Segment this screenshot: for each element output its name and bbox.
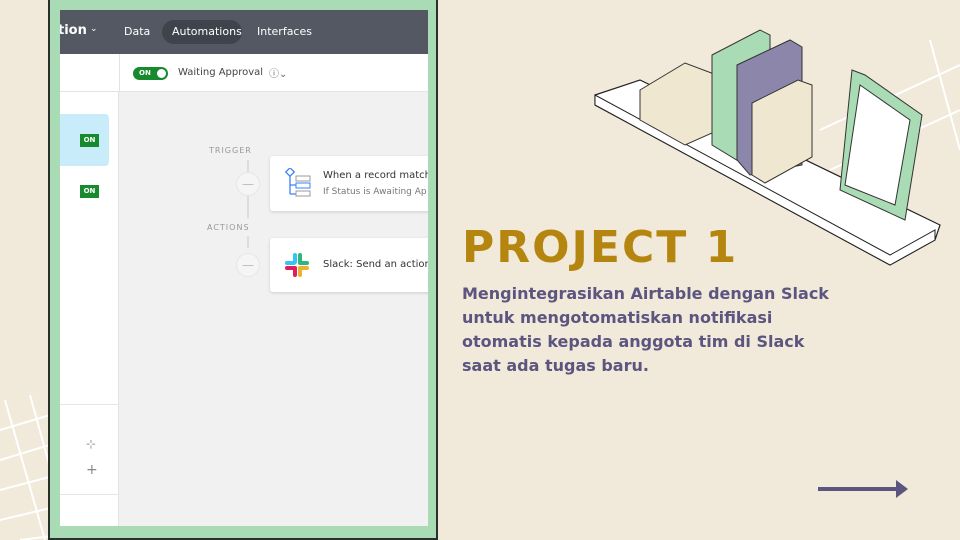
slide-title: PROJECT 1 <box>462 222 739 273</box>
nav-interfaces[interactable]: Interfaces <box>257 25 312 38</box>
arrow-right-icon[interactable] <box>816 478 910 500</box>
toggle-label: ON <box>139 69 151 77</box>
trigger-card[interactable]: When a record matche If Status is Awaiti… <box>270 156 428 211</box>
trigger-title: When a record matche <box>323 170 428 181</box>
automation-toggle[interactable]: ON <box>133 67 168 80</box>
automation-header: ON Waiting Approval ⓘ⌄ <box>60 54 428 92</box>
status-badge: ON <box>80 185 99 198</box>
actions-label: ACTIONS <box>207 223 250 232</box>
nav-automations[interactable]: Automations <box>172 25 242 38</box>
trigger-collapse-button[interactable]: — <box>236 172 260 196</box>
description-line: otomatis kepada anggota tim di Slack <box>462 332 805 351</box>
screenshot-frame: tion ⌄ Data Automations Interfaces ON Wa… <box>48 0 438 540</box>
action-collapse-button[interactable]: — <box>236 253 260 277</box>
automation-name[interactable]: Waiting Approval <box>178 67 263 78</box>
collapse-icon[interactable]: ⊹ <box>86 437 96 451</box>
description-line: untuk mengotomatiskan notifikasi <box>462 308 773 327</box>
action-title: Slack: Send an actiona <box>323 259 428 270</box>
base-name[interactable]: tion <box>60 23 87 38</box>
slack-icon <box>285 253 309 277</box>
trigger-condition: If Status is Awaiting Ap <box>323 187 427 197</box>
info-icon[interactable]: ⓘ⌄ <box>269 65 287 80</box>
top-nav-bar: tion ⌄ Data Automations Interfaces <box>60 10 428 54</box>
chevron-down-icon[interactable]: ⌄ <box>90 24 98 34</box>
airtable-screenshot: tion ⌄ Data Automations Interfaces ON Wa… <box>60 10 428 526</box>
add-icon[interactable]: + <box>86 462 98 478</box>
description-line: saat ada tugas baru. <box>462 356 649 375</box>
nav-data[interactable]: Data <box>124 25 150 38</box>
description-line: Mengintegrasikan Airtable dengan Slack <box>462 284 829 303</box>
action-card[interactable]: Slack: Send an actiona <box>270 238 428 292</box>
trigger-label: TRIGGER <box>209 146 252 155</box>
status-badge: ON <box>80 134 99 147</box>
slide-description: Mengintegrasikan Airtable dengan Slack u… <box>462 282 862 378</box>
automation-list-sidebar: ON ON ⊹ + <box>60 92 119 526</box>
record-match-icon <box>285 168 311 197</box>
